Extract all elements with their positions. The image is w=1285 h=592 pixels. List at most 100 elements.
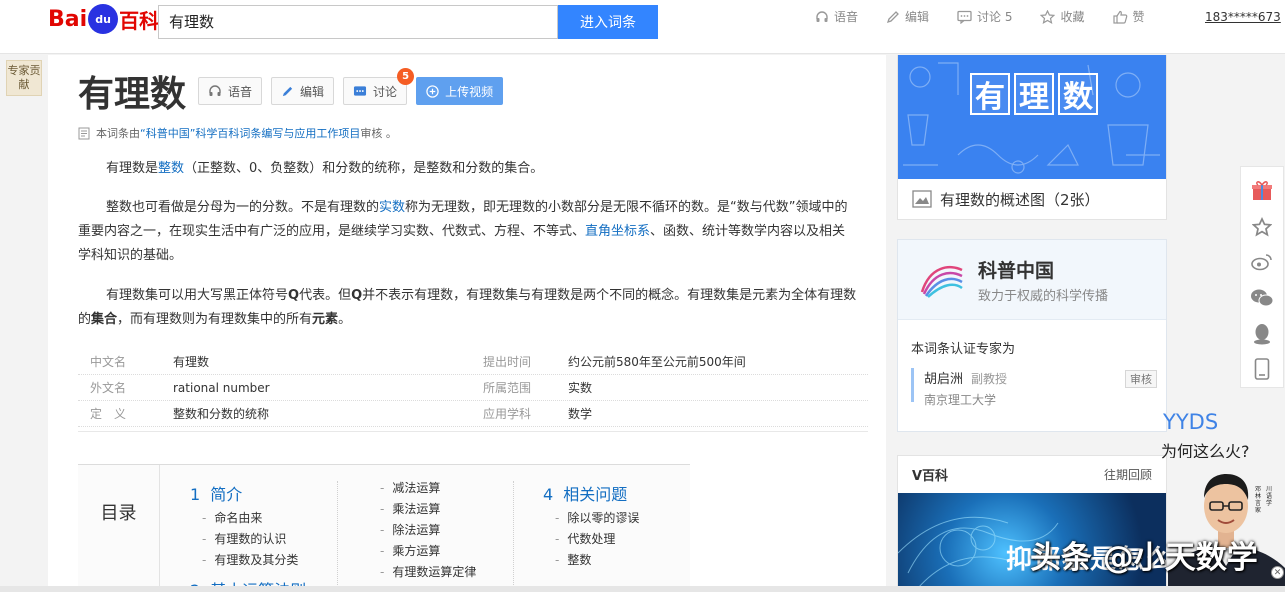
overlay-yyds-text: YYDS: [1163, 410, 1219, 434]
p3-q-symbol-1: Q: [288, 288, 300, 303]
toc-item[interactable]: 有理数的认识: [190, 529, 306, 550]
expert-organization: 南京理工大学: [924, 393, 997, 407]
toc-section-title: 相关问题: [563, 485, 628, 504]
toc-label: 目录: [78, 465, 160, 592]
info-key: 定 义: [90, 407, 127, 421]
p3-text-a: 有理数集可以用大写黑正体符号: [106, 288, 289, 303]
qq-share-button[interactable]: [1240, 316, 1284, 352]
badge-char: 言: [1255, 500, 1262, 507]
weibo-icon: [1251, 254, 1272, 271]
toc-item[interactable]: 有理数及其分类: [190, 550, 306, 571]
wechat-share-button[interactable]: [1240, 280, 1284, 316]
toc-column-2: 减法运算 乘法运算 除法运算 乘方运算 有理数运算定律: [368, 478, 476, 583]
search-input[interactable]: 有理数: [158, 5, 558, 39]
kepu-header[interactable]: 科普中国 致力于权威的科学传播: [898, 240, 1166, 320]
badge-char: 邓: [1255, 486, 1262, 493]
logo-baike-text: 百科: [119, 8, 160, 33]
info-row: 定 义 整数和分数的统称 应用学科 数学: [78, 401, 868, 427]
toc-section-title: 简介: [210, 485, 243, 504]
badge-char: 语: [1266, 493, 1273, 500]
info-divider: [78, 431, 868, 432]
toc-column-1: 1简介 命名由来 有理数的认识 有理数及其分类 2基本运算法则: [190, 481, 306, 592]
summary-image: 有 理 数: [898, 55, 1166, 179]
toc-column-3: 4 相关问题 除以零的谬误 代数处理 整数: [543, 481, 639, 571]
mobile-phone-icon: [1254, 358, 1270, 380]
toc-item[interactable]: 有理数运算定律: [368, 562, 476, 583]
info-row: 外文名 rational number 所属范围 实数: [78, 375, 868, 401]
paragraph-3: 有理数集可以用大写黑正体符号Q代表。但Q并不表示有理数，有理数集与有理数是两个不…: [78, 284, 858, 332]
voice-button-label: 语音: [228, 84, 253, 99]
discuss-count-badge: 5: [397, 68, 415, 85]
expert-entry[interactable]: 胡启洲 副教授 南京理工大学 审核: [911, 368, 1157, 407]
link-cartesian-coordinates[interactable]: 直角坐标系: [585, 224, 650, 239]
toc-item[interactable]: 命名由来: [190, 508, 306, 529]
link-integer[interactable]: 整数: [158, 161, 184, 176]
toc-item[interactable]: 减法运算: [368, 478, 476, 499]
certified-expert-heading: 本词条认证专家为: [911, 342, 1016, 357]
toc-item[interactable]: 乘方运算: [368, 541, 476, 562]
top-favorite-button[interactable]: 收藏: [1040, 8, 1085, 25]
info-key: 中文名: [90, 355, 127, 369]
top-voice-label: 语音: [834, 10, 859, 24]
kepu-slogan: 致力于权威的科学传播: [978, 289, 1109, 304]
toc-item[interactable]: 整数: [543, 550, 639, 571]
top-voice-button[interactable]: 语音: [815, 8, 858, 25]
info-key: 所属范围: [483, 381, 532, 395]
expert-title: 副教授: [971, 372, 1008, 386]
voice-button[interactable]: 语音: [198, 77, 263, 105]
toc-item[interactable]: 除以零的谬误: [543, 508, 639, 529]
top-discuss-button[interactable]: 讨论 5: [957, 8, 1012, 25]
toc-item[interactable]: 代数处理: [543, 529, 639, 550]
top-discuss-label: 讨论 5: [977, 10, 1013, 24]
expert-contribution-tag[interactable]: 专家贡献: [6, 60, 42, 96]
paragraph-2: 整数也可看做是分母为一的分数。不是有理数的实数称为无理数，即无理数的小数部分是无…: [78, 196, 858, 268]
qq-icon: [1254, 323, 1270, 345]
review-tag: 审核: [1125, 370, 1157, 388]
favorite-side-button[interactable]: [1240, 209, 1284, 245]
close-icon: ✕: [1273, 567, 1282, 578]
p3-text-d: ，而有理数则为有理数集中的所有: [117, 312, 313, 327]
p1-text-b: （正整数、0、负整数）和分数的统称，是整数和分数的集合。: [184, 161, 544, 176]
headphones-icon: [209, 85, 221, 96]
kepu-china-card: 科普中国 致力于权威的科学传播 本词条认证专家为 胡启洲 副教授 南京理工大学 审…: [897, 239, 1167, 432]
badge-char: 家: [1255, 507, 1262, 514]
review-suffix: 审核 。: [360, 127, 397, 140]
top-edit-button[interactable]: 编辑: [886, 8, 929, 25]
review-prefix: 本词条由: [96, 127, 140, 140]
paragraph-1: 有理数是整数（正整数、0、负整数）和分数的统称，是整数和分数的集合。: [78, 157, 858, 181]
toc-item[interactable]: 除法运算: [368, 520, 476, 541]
summary-image-card[interactable]: 有 理 数 有理数的概述图（2张）: [897, 55, 1167, 220]
user-account-link[interactable]: 183*****673: [1205, 10, 1281, 24]
discuss-button-label: 讨论: [373, 84, 398, 99]
toc-item[interactable]: 乘法运算: [368, 499, 476, 520]
gift-button[interactable]: [1240, 173, 1284, 209]
info-value: 有理数: [173, 355, 210, 369]
table-of-contents: 目录 1简介 命名由来 有理数的认识 有理数及其分类 2基本运算法则 减法运算 …: [78, 464, 690, 592]
close-video-button[interactable]: ✕: [1271, 566, 1284, 579]
mobile-view-button[interactable]: [1240, 351, 1284, 387]
summary-image-caption[interactable]: 有理数的概述图（2张）: [898, 179, 1166, 219]
top-like-button[interactable]: 赞: [1112, 8, 1145, 25]
past-episodes-link[interactable]: 往期回顾: [1104, 466, 1152, 483]
toc-section-related[interactable]: 4 相关问题: [543, 481, 639, 505]
review-org-link[interactable]: “科普中国”科学百科词条编写与应用工作项目: [140, 125, 360, 141]
basic-info-table: 中文名 有理数 提出时间 约公元前580年至公元前500年间 外文名 ratio…: [78, 349, 868, 427]
info-value-link-math[interactable]: 数学: [568, 401, 592, 426]
upload-video-button[interactable]: 上传视频: [416, 77, 504, 105]
top-edit-label: 编辑: [905, 10, 930, 24]
p3-text-e: 。: [338, 312, 352, 327]
v-baike-title: V百科: [912, 468, 949, 484]
edit-button[interactable]: 编辑: [271, 77, 335, 105]
horizontal-scrollbar[interactable]: [0, 586, 1285, 592]
info-key: 外文名: [90, 381, 127, 395]
info-value: 整数和分数的统称: [173, 407, 270, 421]
gift-icon: [1252, 180, 1272, 200]
p3-set-bold: 集合: [91, 312, 118, 327]
baidu-baike-logo[interactable]: Bai du 百科: [48, 4, 159, 34]
weibo-share-button[interactable]: [1240, 244, 1284, 280]
discuss-button[interactable]: 讨论 5: [343, 68, 415, 105]
top-header: Bai du 百科 有理数 进入词条 语音 编辑 讨论 5 收藏 赞 183**…: [0, 0, 1285, 54]
enter-entry-button[interactable]: 进入词条: [558, 5, 658, 39]
toc-section-intro[interactable]: 1 简介: [190, 481, 306, 505]
link-real-number[interactable]: 实数: [379, 200, 405, 215]
